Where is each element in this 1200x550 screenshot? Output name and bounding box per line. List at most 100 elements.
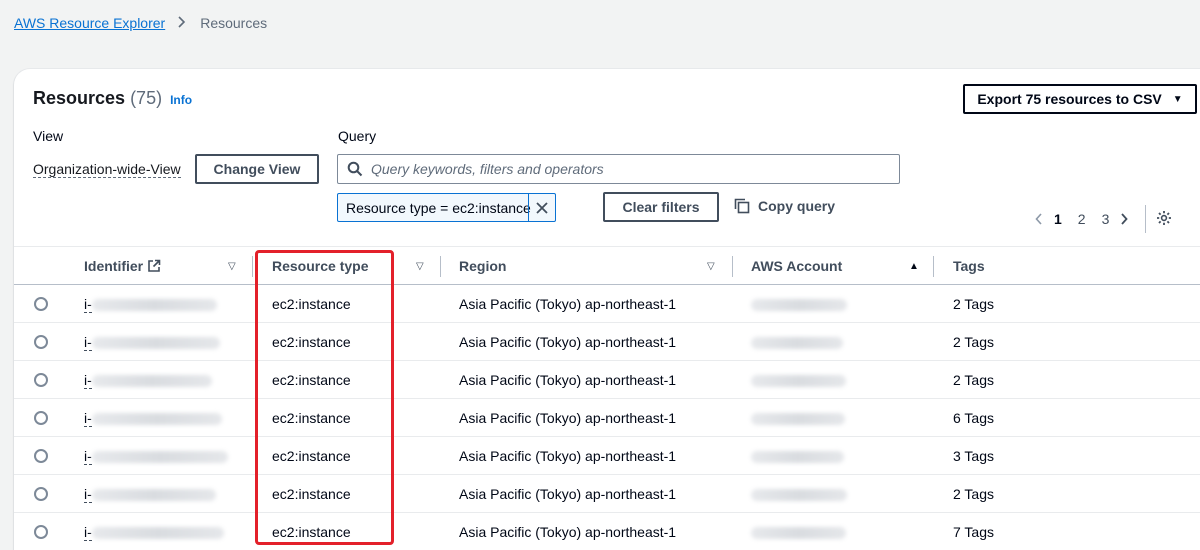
sort-icon[interactable]: ▽ — [707, 261, 715, 272]
redacted-account — [751, 526, 846, 542]
page-2[interactable]: 2 — [1078, 211, 1086, 227]
column-resource-type-label: Resource type — [272, 258, 369, 274]
column-identifier[interactable]: Identifier — [84, 258, 161, 274]
redacted-account — [751, 336, 843, 352]
resource-table-body: i- ec2:instance Asia Pacific (Tokyo) ap-… — [14, 285, 1200, 550]
region-cell: Asia Pacific (Tokyo) ap-northeast-1 — [459, 524, 677, 540]
pager-divider — [1145, 205, 1147, 233]
export-csv-label: Export 75 resources to CSV — [977, 91, 1162, 107]
table-row[interactable]: i- ec2:instance Asia Pacific (Tokyo) ap-… — [14, 399, 1200, 437]
row-radio[interactable] — [34, 411, 48, 425]
table-row[interactable]: i- ec2:instance Asia Pacific (Tokyo) ap-… — [14, 475, 1200, 513]
page-1[interactable]: 1 — [1054, 211, 1062, 227]
redacted-identifier — [91, 336, 220, 349]
filter-token-label: Resource type = ec2:instance — [346, 199, 531, 216]
identifier-link[interactable]: i- — [84, 486, 216, 503]
resource-type-cell: ec2:instance — [272, 448, 351, 464]
row-radio[interactable] — [34, 487, 48, 501]
gear-icon[interactable] — [1156, 210, 1172, 229]
page-title-text: Resources — [33, 88, 126, 108]
row-radio[interactable] — [34, 525, 48, 539]
tags-cell[interactable]: 2 Tags — [953, 296, 994, 312]
table-row[interactable]: i- ec2:instance Asia Pacific (Tokyo) ap-… — [14, 323, 1200, 361]
caret-down-icon: ▼ — [1172, 93, 1183, 105]
table-row[interactable]: i- ec2:instance Asia Pacific (Tokyo) ap-… — [14, 513, 1200, 550]
export-csv-button[interactable]: Export 75 resources to CSV ▼ — [963, 84, 1197, 114]
tags-cell[interactable]: 2 Tags — [953, 372, 994, 388]
identifier-link[interactable]: i- — [84, 334, 220, 351]
breadcrumb-root-link[interactable]: AWS Resource Explorer — [14, 15, 165, 31]
resource-type-cell: ec2:instance — [272, 296, 351, 312]
sort-icon[interactable]: ▽ — [416, 261, 424, 272]
chevron-left-icon[interactable] — [1032, 212, 1046, 226]
external-link-icon — [148, 259, 161, 272]
region-cell: Asia Pacific (Tokyo) ap-northeast-1 — [459, 410, 677, 426]
identifier-link[interactable]: i- — [84, 372, 212, 389]
region-cell: Asia Pacific (Tokyo) ap-northeast-1 — [459, 296, 677, 312]
copy-icon — [734, 198, 750, 214]
redacted-account — [751, 450, 844, 466]
region-cell: Asia Pacific (Tokyo) ap-northeast-1 — [459, 486, 677, 502]
page-3[interactable]: 3 — [1102, 211, 1110, 227]
query-input[interactable] — [371, 161, 871, 177]
column-aws-account-label: AWS Account — [751, 258, 843, 274]
sort-ascending-icon[interactable]: ▲ — [909, 261, 919, 272]
tags-cell[interactable]: 6 Tags — [953, 410, 994, 426]
resource-type-cell: ec2:instance — [272, 410, 351, 426]
row-radio[interactable] — [34, 297, 48, 311]
identifier-link[interactable]: i- — [84, 524, 224, 541]
change-view-button[interactable]: Change View — [195, 154, 319, 184]
resource-count: (75) — [130, 88, 163, 108]
info-link[interactable]: Info — [170, 93, 192, 107]
redacted-account — [751, 374, 846, 390]
filter-token[interactable]: Resource type = ec2:instance — [337, 193, 556, 222]
resource-type-cell: ec2:instance — [272, 334, 351, 350]
column-tags[interactable]: Tags — [953, 258, 985, 274]
sort-icon[interactable]: ▽ — [228, 261, 236, 272]
clear-filters-button[interactable]: Clear filters — [603, 192, 719, 222]
column-divider — [933, 256, 934, 277]
query-label: Query — [338, 128, 377, 144]
row-radio[interactable] — [34, 335, 48, 349]
identifier-prefix: i- — [84, 486, 92, 503]
column-aws-account[interactable]: AWS Account — [751, 258, 842, 274]
tags-cell[interactable]: 7 Tags — [953, 524, 994, 540]
view-value[interactable]: Organization-wide-View — [33, 161, 181, 178]
region-cell: Asia Pacific (Tokyo) ap-northeast-1 — [459, 334, 677, 350]
column-resource-type[interactable]: Resource type — [272, 258, 368, 274]
tags-cell[interactable]: 2 Tags — [953, 334, 994, 350]
search-icon — [347, 161, 363, 177]
resource-type-cell: ec2:instance — [272, 486, 351, 502]
identifier-prefix: i- — [84, 372, 92, 389]
copy-query-label: Copy query — [758, 198, 836, 214]
identifier-prefix: i- — [84, 296, 92, 313]
close-icon — [536, 201, 548, 214]
copy-query-button[interactable]: Copy query — [734, 198, 835, 214]
column-divider — [732, 256, 733, 277]
column-identifier-label: Identifier — [84, 258, 144, 274]
tags-cell[interactable]: 3 Tags — [953, 448, 994, 464]
identifier-prefix: i- — [84, 410, 92, 427]
table-row[interactable]: i- ec2:instance Asia Pacific (Tokyo) ap-… — [14, 285, 1200, 323]
column-region[interactable]: Region — [459, 258, 506, 274]
table-row[interactable]: i- ec2:instance Asia Pacific (Tokyo) ap-… — [14, 437, 1200, 475]
identifier-prefix: i- — [84, 448, 92, 465]
identifier-link[interactable]: i- — [84, 448, 228, 465]
identifier-link[interactable]: i- — [84, 410, 222, 427]
redacted-identifier — [91, 488, 216, 501]
table-row[interactable]: i- ec2:instance Asia Pacific (Tokyo) ap-… — [14, 361, 1200, 399]
pagination: 1 2 3 — [1032, 205, 1172, 233]
identifier-prefix: i- — [84, 524, 92, 541]
breadcrumb: AWS Resource Explorer Resources — [14, 15, 267, 31]
row-radio[interactable] — [34, 373, 48, 387]
identifier-link[interactable]: i- — [84, 296, 217, 313]
redacted-identifier — [91, 526, 224, 539]
row-radio[interactable] — [34, 449, 48, 463]
view-label: View — [33, 128, 64, 144]
tags-cell[interactable]: 2 Tags — [953, 486, 994, 502]
column-region-label: Region — [459, 258, 507, 274]
chevron-right-icon[interactable] — [1117, 212, 1131, 226]
breadcrumb-current: Resources — [200, 15, 268, 31]
query-field[interactable] — [337, 154, 900, 184]
remove-token-button[interactable] — [528, 194, 555, 221]
